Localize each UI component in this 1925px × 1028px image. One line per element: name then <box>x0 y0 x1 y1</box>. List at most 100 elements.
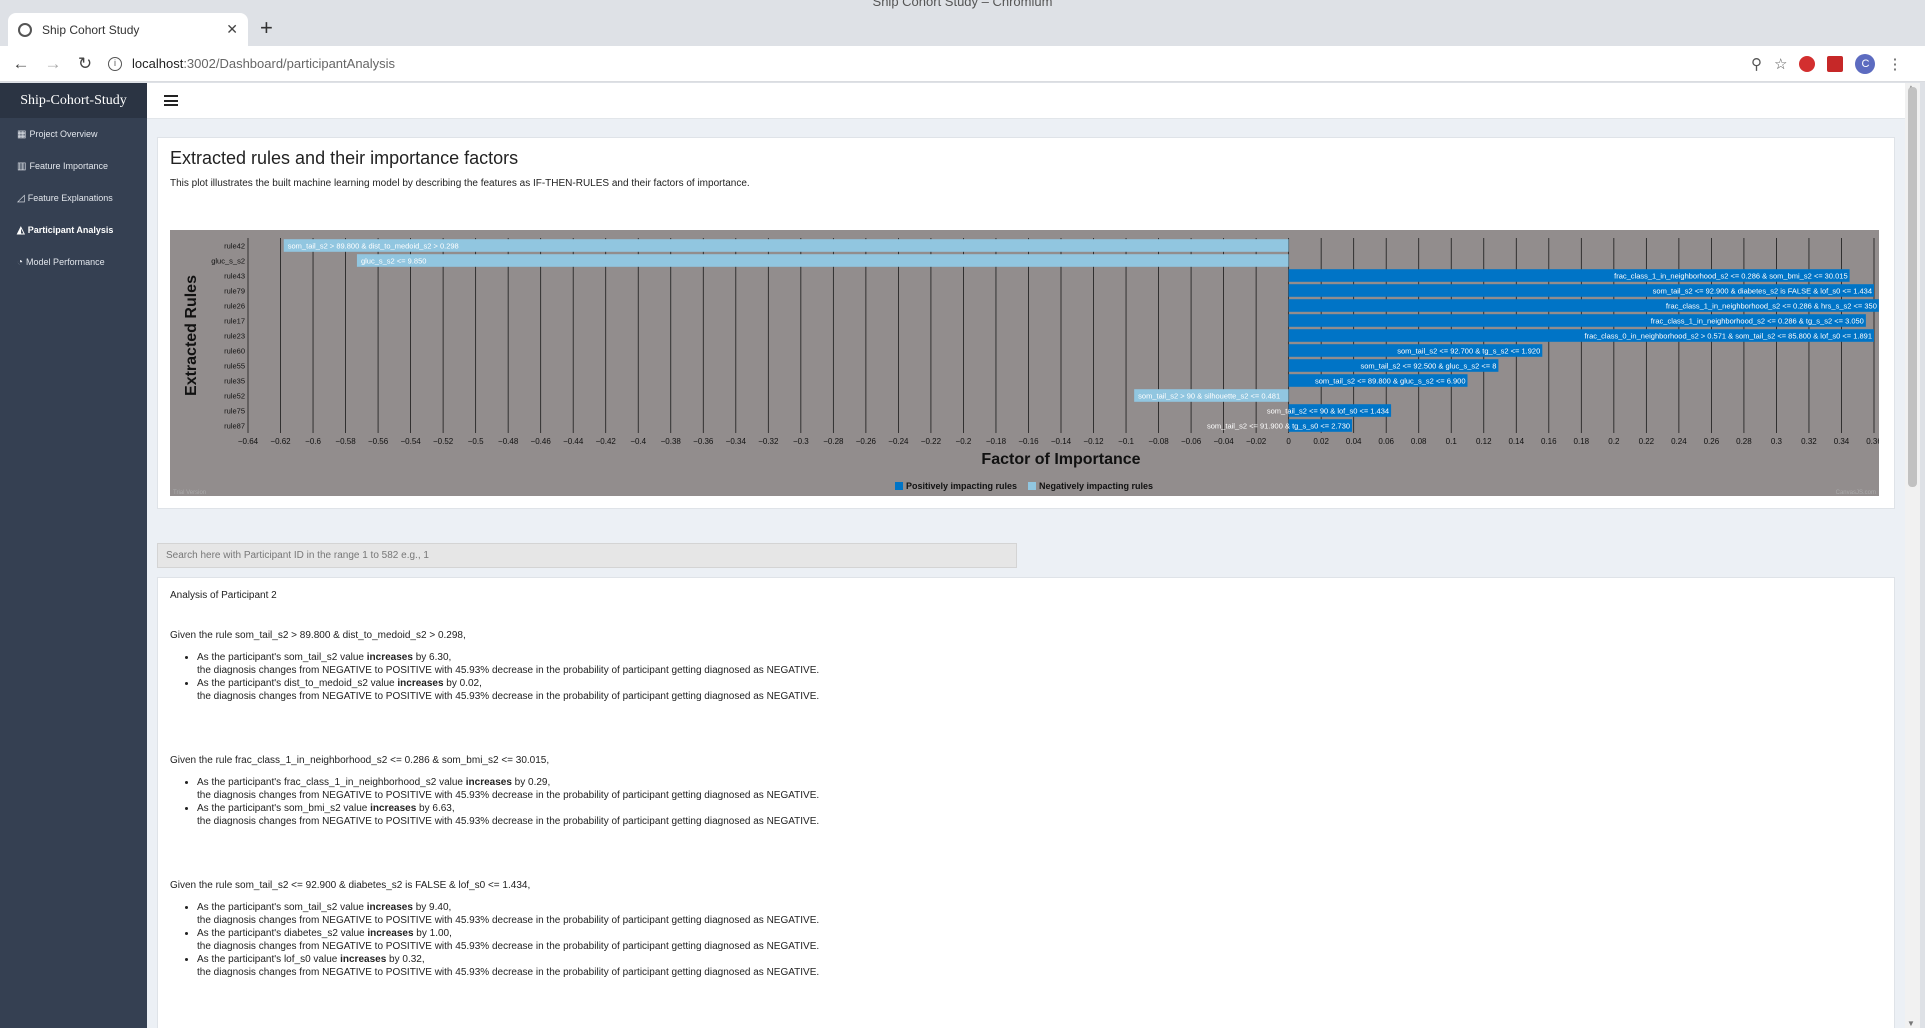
change-direction: increases <box>340 954 387 965</box>
y-axis-title: Extracted Rules <box>183 275 200 396</box>
scrollbar-thumb[interactable] <box>1908 87 1917 487</box>
diagnosis-change-text: the diagnosis changes from NEGATIVE to P… <box>197 915 820 926</box>
x-axis-title: Factor of Importance <box>981 451 1140 468</box>
x-tick-label: 0.02 <box>1313 437 1329 446</box>
star-icon[interactable]: ☆ <box>1774 55 1787 73</box>
panel-title: Extracted rules and their importance fac… <box>170 148 519 168</box>
pie-chart-icon: ◔ <box>17 256 24 268</box>
url-path: :3002/Dashboard/participantAnalysis <box>183 56 396 71</box>
x-tick-label: 0.16 <box>1541 437 1557 446</box>
hamburger-menu-icon[interactable] <box>164 95 178 106</box>
x-tick-label: 0.2 <box>1608 437 1620 446</box>
change-direction: increases <box>465 777 512 788</box>
x-tick-label: −0.64 <box>238 437 259 446</box>
sidebar-item-model-performance[interactable]: ◔ Model Performance <box>0 246 147 278</box>
explanation-item: As the participant's som_tail_s2 value i… <box>197 901 819 927</box>
bar-chart-icon: ▥ <box>17 160 27 172</box>
y-tick-label: rule55 <box>224 362 245 371</box>
globe-icon <box>18 22 32 37</box>
x-tick-label: −0.3 <box>793 437 809 446</box>
brand-logo[interactable]: Ship-Cohort-Study <box>0 83 147 118</box>
participant-analysis-panel: Analysis of Participant 2 Given the rule… <box>157 577 1895 1028</box>
change-direction: increases <box>366 652 413 663</box>
x-tick-label: −0.32 <box>758 437 779 446</box>
x-tick-label: −0.04 <box>1213 437 1234 446</box>
x-tick-label: −0.34 <box>726 437 747 446</box>
page-scrollbar[interactable]: ▲ ▼ <box>1905 83 1920 1028</box>
explanation-item: As the participant's lof_s0 value increa… <box>197 953 819 979</box>
explanation-item: As the participant's dist_to_medoid_s2 v… <box>197 677 819 703</box>
explanation-text: As the participant's som_tail_s2 value <box>197 652 367 663</box>
back-icon[interactable]: ← <box>10 54 32 74</box>
menu-dots-icon[interactable]: ⋮ <box>1887 55 1902 73</box>
x-tick-label: −0.36 <box>693 437 714 446</box>
x-tick-label: −0.48 <box>498 437 519 446</box>
x-tick-label: −0.18 <box>986 437 1007 446</box>
rule-title: Given the rule frac_class_1_in_neighborh… <box>170 755 550 766</box>
y-tick-label: rule26 <box>224 302 245 311</box>
rule-block: Given the rule som_tail_s2 <= 92.900 & d… <box>170 880 819 979</box>
y-tick-label: rule17 <box>224 317 245 326</box>
address-bar[interactable]: i localhost:3002/Dashboard/participantAn… <box>108 49 1743 78</box>
participant-search-input[interactable]: Search here with Participant ID in the r… <box>157 543 1017 568</box>
rule-explanations: As the participant's som_tail_s2 value i… <box>197 901 819 979</box>
line-chart-icon: ◿ <box>17 192 25 204</box>
sidebar-item-project-overview[interactable]: ▦ Project Overview <box>0 118 147 150</box>
x-tick-label: 0.36 <box>1866 437 1879 446</box>
x-tick-label: −0.58 <box>335 437 356 446</box>
x-tick-label: 0.34 <box>1834 437 1850 446</box>
sidebar-item-feature-importance[interactable]: ▥ Feature Importance <box>0 150 147 182</box>
profile-avatar[interactable]: C <box>1855 53 1876 74</box>
zoom-icon[interactable]: ⚲ <box>1751 55 1762 73</box>
sidebar-item-feature-explanations[interactable]: ◿ Feature Explanations <box>0 182 147 214</box>
x-tick-label: 0.12 <box>1476 437 1492 446</box>
explanation-text: As the participant's frac_class_1_in_nei… <box>197 777 466 788</box>
y-tick-label: rule23 <box>224 332 245 341</box>
legend-positive-swatch <box>895 482 903 490</box>
x-tick-label: 0.22 <box>1639 437 1655 446</box>
browser-tab[interactable]: Ship Cohort Study ✕ <box>8 13 248 46</box>
change-direction: increases <box>366 902 413 913</box>
x-tick-label: −0.12 <box>1083 437 1104 446</box>
bar-label: som_tail_s2 > 89.800 & dist_to_medoid_s2… <box>288 242 459 251</box>
x-tick-label: 0.18 <box>1574 437 1590 446</box>
bar-label: som_tail_s2 <= 89.800 & gluc_s_s2 <= 6.9… <box>1315 377 1466 386</box>
rule-explanations: As the participant's frac_class_1_in_nei… <box>197 776 819 828</box>
x-tick-label: −0.54 <box>400 437 421 446</box>
explanation-item: As the participant's diabetes_s2 value i… <box>197 927 819 953</box>
reload-icon[interactable]: ↻ <box>74 54 96 74</box>
y-tick-label: rule75 <box>224 407 245 416</box>
x-tick-label: 0.26 <box>1704 437 1720 446</box>
x-tick-label: −0.5 <box>468 437 484 446</box>
info-icon[interactable]: i <box>108 56 122 71</box>
scroll-down-icon[interactable]: ▼ <box>1907 1019 1915 1028</box>
window-title: Ship Cohort Study – Chromium <box>0 0 1925 10</box>
sidebar-item-participant-analysis[interactable]: ◭ Participant Analysis <box>0 214 147 246</box>
y-tick-label: rule87 <box>224 422 245 431</box>
analysis-heading: Analysis of Participant 2 <box>170 590 277 601</box>
sidebar-item-label: Feature Explanations <box>27 193 113 203</box>
sidebar-nav: ▦ Project Overview ▥ Feature Importance ◿ Fea… <box>0 118 147 278</box>
y-tick-label: rule35 <box>224 377 245 386</box>
sidebar: Ship-Cohort-Study ▦ Project Overview ▥ Feat… <box>0 83 147 1028</box>
browser-toolbar: ← → ↻ i localhost:3002/Dashboard/partici… <box>0 46 1925 82</box>
bar-label: som_tail_s2 <= 92.900 & diabetes_s2 is F… <box>1653 287 1872 296</box>
x-tick-label: −0.56 <box>368 437 389 446</box>
close-icon[interactable]: ✕ <box>226 21 238 38</box>
bar-label: frac_class_0_in_neighborhood_s2 > 0.571 … <box>1584 332 1872 341</box>
x-tick-label: −0.44 <box>563 437 584 446</box>
change-direction: increases <box>370 803 417 814</box>
x-tick-label: 0.1 <box>1446 437 1458 446</box>
x-tick-label: 0.08 <box>1411 437 1427 446</box>
x-tick-label: 0 <box>1286 437 1291 446</box>
x-tick-label: −0.6 <box>305 437 321 446</box>
forward-icon[interactable]: → <box>42 54 64 74</box>
change-amount: by 0.02, <box>443 678 482 689</box>
explanation-item: As the participant's som_tail_s2 value i… <box>197 651 819 677</box>
rule-explanations: As the participant's som_tail_s2 value i… <box>197 651 819 703</box>
grid-icon: ▦ <box>17 128 27 140</box>
change-amount: by 0.32, <box>386 954 425 965</box>
extension-icon[interactable] <box>1827 55 1844 72</box>
extension-icon[interactable] <box>1799 55 1816 72</box>
new-tab-button[interactable]: + <box>260 16 273 40</box>
